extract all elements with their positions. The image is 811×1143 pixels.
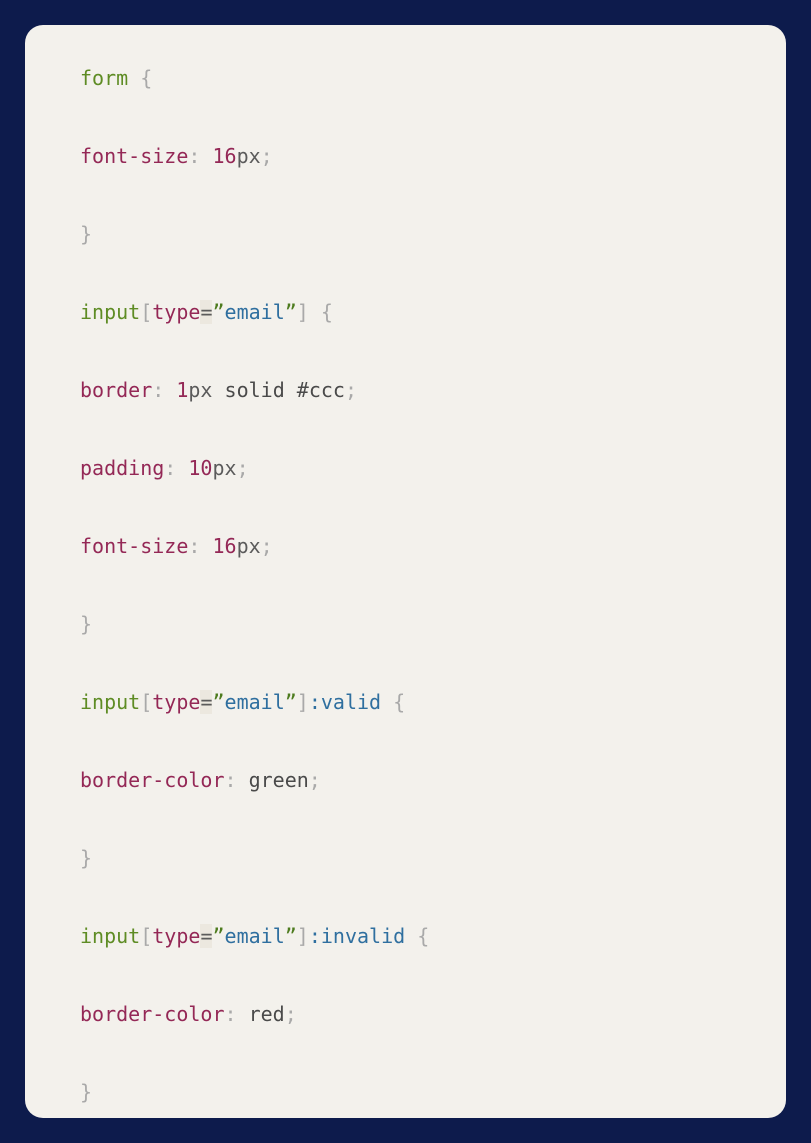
code-token: padding (80, 456, 164, 480)
code-token: = (200, 690, 212, 714)
code-line: } (80, 845, 731, 871)
code-token: ; (261, 144, 273, 168)
code-token: type (152, 690, 200, 714)
code-token: font-size (80, 534, 188, 558)
code-line: border-color: green; (80, 767, 731, 793)
code-token (176, 456, 188, 480)
code-token: input (80, 924, 140, 948)
code-token: : (188, 144, 200, 168)
code-token: } (80, 846, 92, 870)
code-token: [ (140, 300, 152, 324)
code-token: ; (261, 534, 273, 558)
code-block: form {font-size: 16px;}input[type=”email… (25, 25, 786, 1118)
code-token: email (225, 300, 285, 324)
code-token: [ (140, 924, 152, 948)
code-token: type (152, 300, 200, 324)
code-token: ” (212, 690, 224, 714)
code-token: ” (212, 924, 224, 948)
code-token: : (152, 378, 164, 402)
code-token (164, 378, 176, 402)
code-line: input[type=”email”]:valid { (80, 689, 731, 715)
code-token: ; (285, 1002, 297, 1026)
code-token: ; (309, 768, 321, 792)
code-token: ] (297, 924, 309, 948)
code-line: border-color: red; (80, 1001, 731, 1027)
code-token: :valid (309, 690, 381, 714)
code-token: : (225, 1002, 237, 1026)
code-token: : (164, 456, 176, 480)
code-token: type (152, 924, 200, 948)
code-token: px (188, 378, 212, 402)
code-token: input (80, 690, 140, 714)
code-token: ” (285, 300, 297, 324)
code-token: 16 (212, 534, 236, 558)
code-line: font-size: 16px; (80, 533, 731, 559)
code-token: ] (297, 690, 309, 714)
code-token: ] (297, 300, 309, 324)
code-token: ; (345, 378, 357, 402)
code-token (200, 534, 212, 558)
code-token (200, 144, 212, 168)
code-token: px (212, 456, 236, 480)
code-line: form { (80, 65, 731, 91)
code-token: { (393, 690, 405, 714)
code-token (128, 66, 140, 90)
code-token (381, 690, 393, 714)
code-token (405, 924, 417, 948)
code-token: : (188, 534, 200, 558)
code-line: font-size: 16px; (80, 143, 731, 169)
code-line: } (80, 221, 731, 247)
code-token: form (80, 66, 128, 90)
code-token: = (200, 924, 212, 948)
code-token: } (80, 612, 92, 636)
code-token: email (225, 690, 285, 714)
code-token: ” (285, 924, 297, 948)
code-token: border-color (80, 1002, 225, 1026)
code-token: ” (212, 300, 224, 324)
code-token: 10 (188, 456, 212, 480)
code-line: } (80, 1079, 731, 1105)
code-line: input[type=”email”] { (80, 299, 731, 325)
code-line: } (80, 611, 731, 637)
code-token: green (237, 768, 309, 792)
code-token: { (321, 300, 333, 324)
code-token: [ (140, 690, 152, 714)
code-token: ” (285, 690, 297, 714)
code-token (309, 300, 321, 324)
code-token: px (237, 144, 261, 168)
code-token: email (225, 924, 285, 948)
code-token: = (200, 300, 212, 324)
code-token: ; (237, 456, 249, 480)
code-token: } (80, 222, 92, 246)
code-token: } (80, 1080, 92, 1104)
code-token: { (140, 66, 152, 90)
code-line: border: 1px solid #ccc; (80, 377, 731, 403)
code-token: 16 (212, 144, 236, 168)
code-line: input[type=”email”]:invalid { (80, 923, 731, 949)
code-token: solid #ccc (212, 378, 344, 402)
code-token: { (417, 924, 429, 948)
code-token: 1 (176, 378, 188, 402)
code-token: font-size (80, 144, 188, 168)
code-token: border-color (80, 768, 225, 792)
code-token: :invalid (309, 924, 405, 948)
code-token: px (237, 534, 261, 558)
code-line: padding: 10px; (80, 455, 731, 481)
code-token: : (225, 768, 237, 792)
code-token: input (80, 300, 140, 324)
code-token: border (80, 378, 152, 402)
code-token: red (237, 1002, 285, 1026)
